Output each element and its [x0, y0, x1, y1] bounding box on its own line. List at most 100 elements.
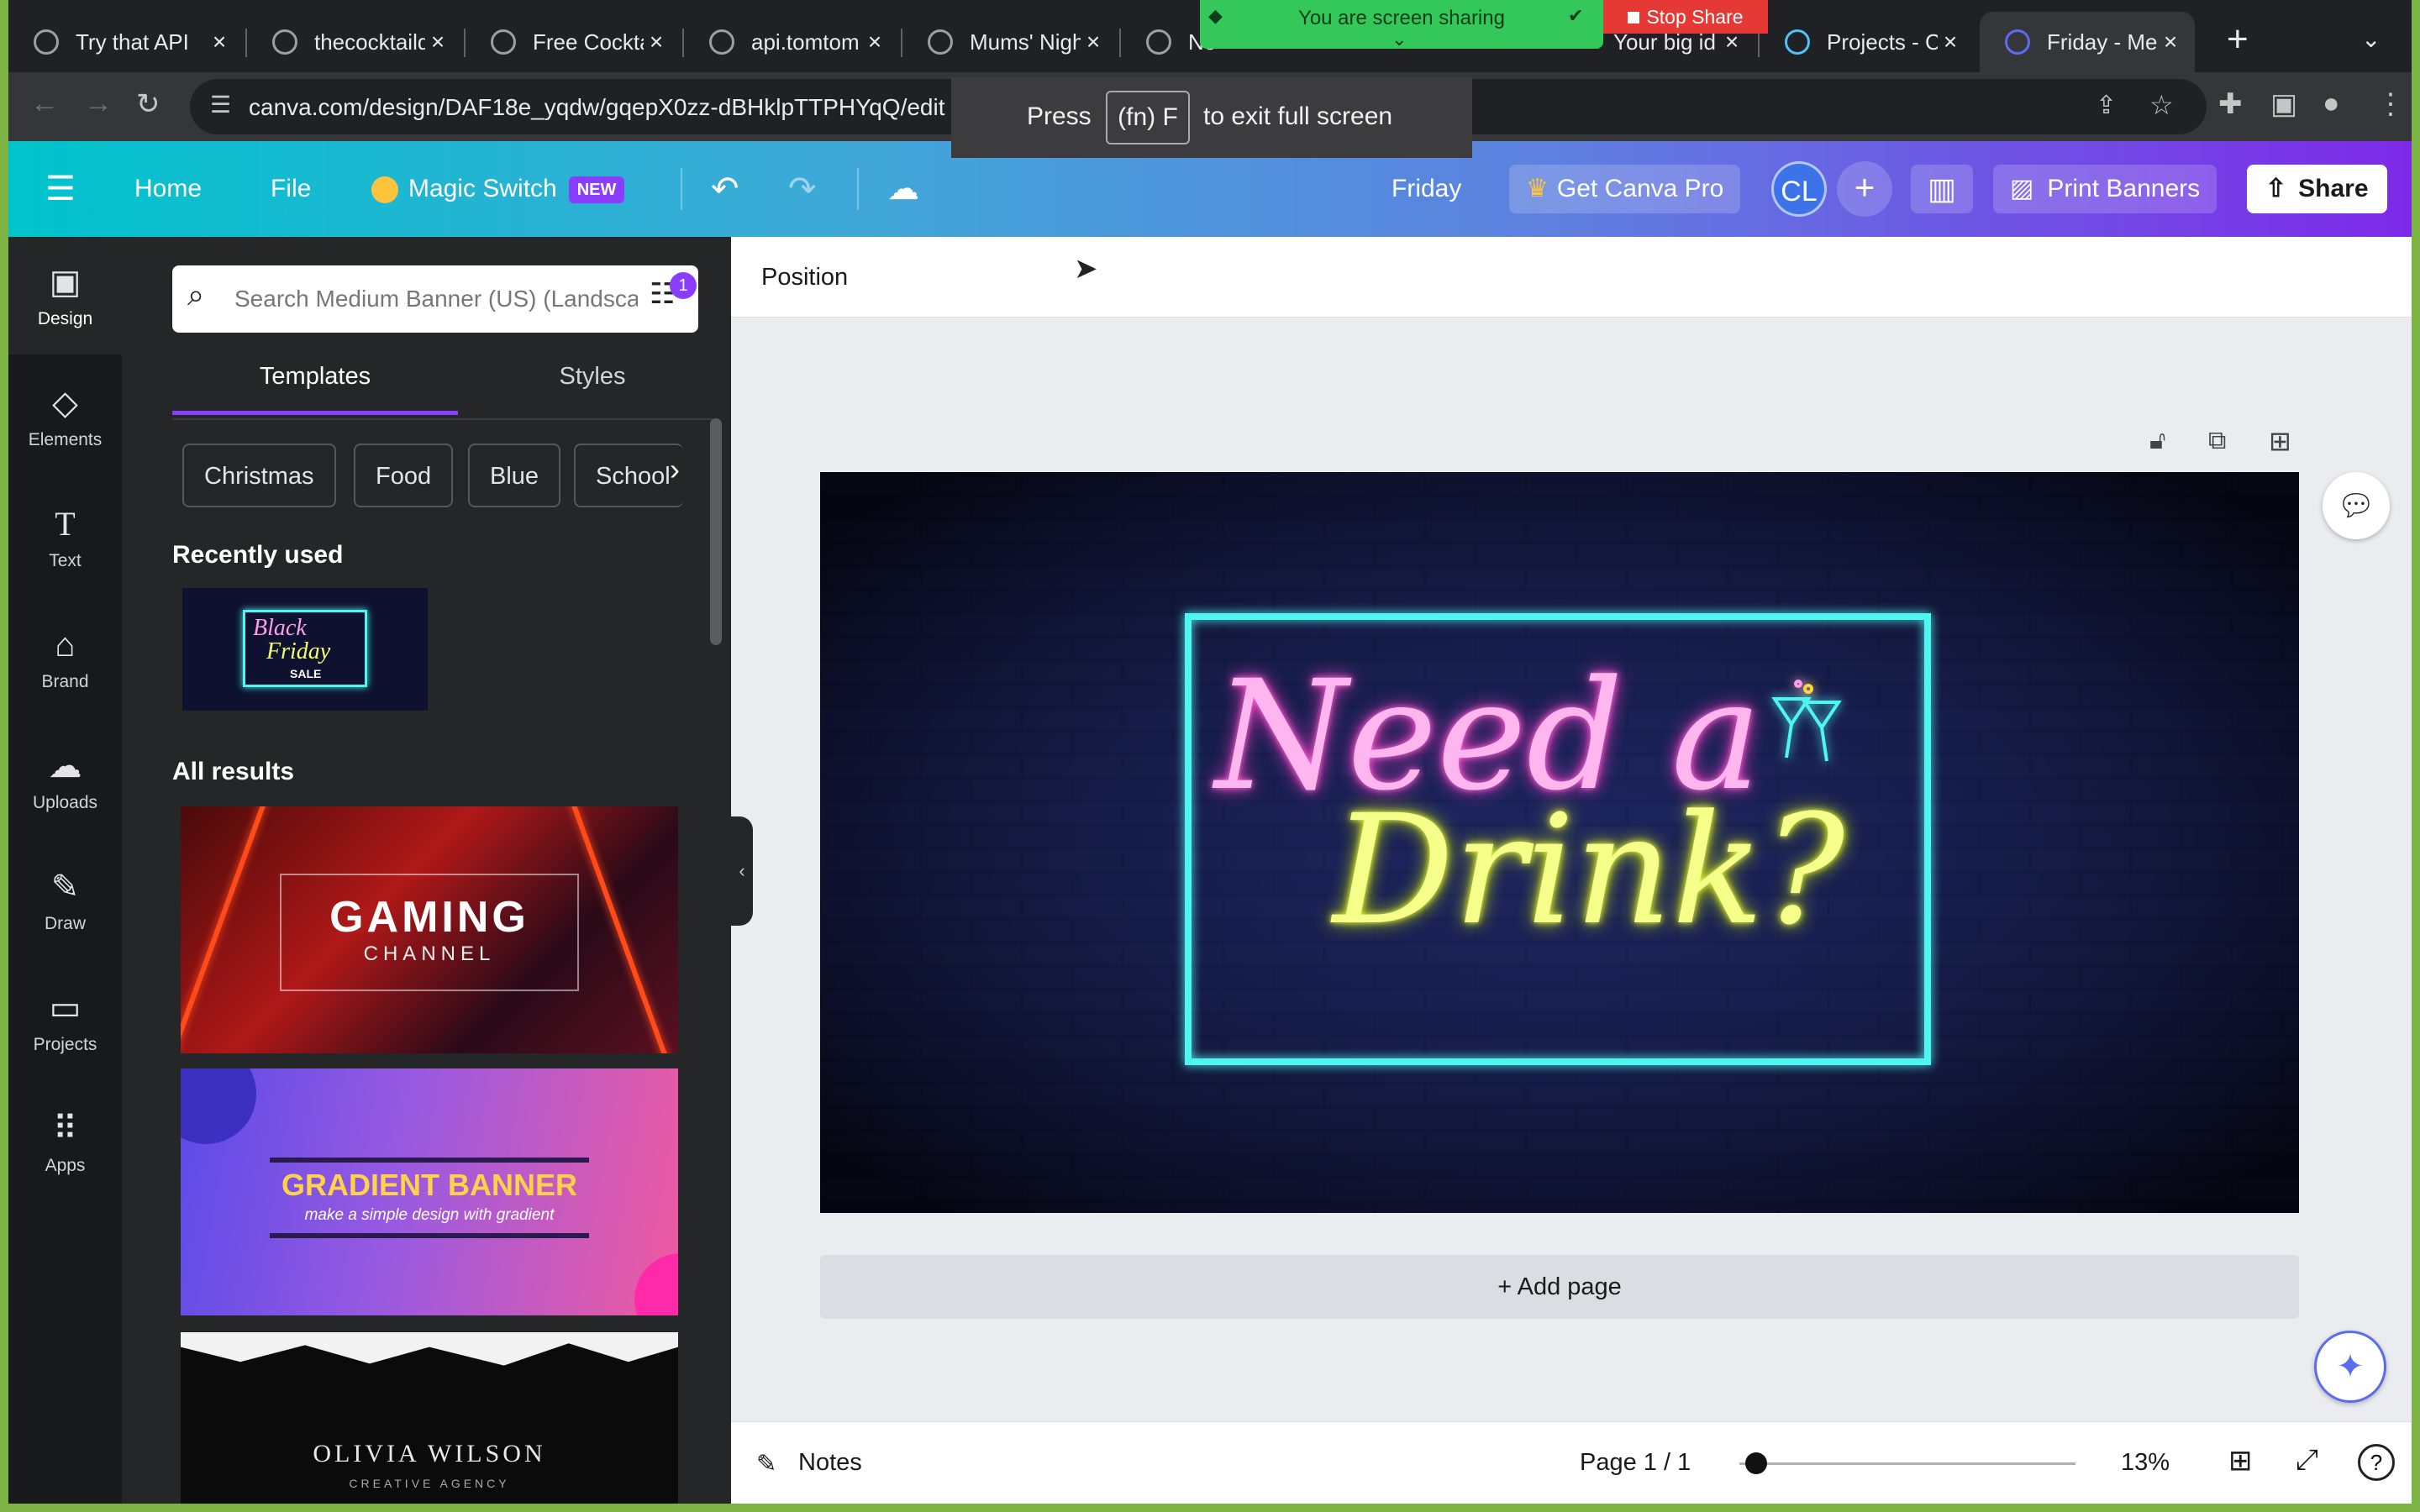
projects-icon: ▭ [49, 990, 82, 1026]
chip-food[interactable]: Food [354, 444, 454, 507]
template-search[interactable]: ⌕ ☷ 1 [172, 265, 698, 333]
left-rail: ▣ Design ◇ Elements T Text ⌂ Brand ☁ Upl… [8, 237, 122, 1504]
print-banners-button[interactable]: ▨ Print Banners [1993, 165, 2217, 213]
rail-item-apps[interactable]: ⠿ Apps [8, 1084, 122, 1201]
brand-icon: ⌂ [55, 627, 76, 664]
new-tab-icon[interactable]: + [2227, 18, 2249, 60]
panel-scrollbar[interactable] [710, 418, 722, 645]
stop-share-button[interactable]: Stop Share [1603, 0, 1768, 34]
rail-item-text[interactable]: T Text [8, 479, 122, 596]
rail-item-design[interactable]: ▣ Design [8, 237, 122, 354]
close-tab-icon[interactable]: × [644, 29, 669, 55]
chip-christmas[interactable]: Christmas [182, 444, 336, 507]
chip-school[interactable]: School [574, 444, 683, 507]
stop-icon [1628, 12, 1640, 24]
browser-tab[interactable]: api.tomtom × [684, 12, 899, 72]
cocktail-site-icon [491, 29, 516, 55]
search-input[interactable] [234, 279, 638, 319]
comment-icon[interactable]: 💬︎ [2323, 472, 2390, 539]
browser-tab[interactable]: Mums' Night × [902, 12, 1118, 72]
insights-chart-icon[interactable]: ▥ [1911, 165, 1974, 213]
file-menu-button[interactable]: File [271, 165, 311, 213]
context-toolbar: Position ➤ [731, 237, 2412, 318]
lock-icon[interactable]: 🔓︎ [2149, 427, 2165, 455]
add-page-icon[interactable]: ⊞ [2269, 425, 2291, 457]
close-tab-icon[interactable]: × [1081, 29, 1106, 55]
add-page-button[interactable]: + Add page [820, 1255, 2299, 1319]
magic-assistant-icon[interactable]: ✦ [2314, 1331, 2386, 1403]
globe-icon [709, 29, 734, 55]
close-tab-icon[interactable]: × [425, 29, 450, 55]
side-panel-icon[interactable]: ▣ [2270, 87, 2297, 121]
rail-item-projects[interactable]: ▭ Projects [8, 963, 122, 1080]
close-tab-icon[interactable]: × [862, 29, 887, 55]
rail-item-uploads[interactable]: ☁ Uploads [8, 721, 122, 838]
close-tab-icon[interactable]: × [1938, 29, 1963, 55]
canva-icon [1785, 29, 1810, 55]
template-thumb-gaming[interactable]: GAMING CHANNEL [181, 806, 678, 1053]
browser-tab[interactable]: Projects - C × [1760, 12, 1975, 72]
help-icon[interactable]: ? [2358, 1444, 2395, 1481]
site-info-icon[interactable]: ☰ [210, 91, 231, 118]
close-tab-icon[interactable]: × [2158, 29, 2183, 55]
page-indicator[interactable]: Page 1 / 1 [1580, 1449, 1691, 1477]
chips-scroll-right-icon[interactable]: › [670, 452, 680, 487]
design-canvas[interactable]: Need a Drink? [820, 472, 2299, 1213]
notes-button[interactable]: Notes [798, 1449, 862, 1477]
profile-icon[interactable]: ● [2323, 87, 2340, 120]
canvas-headline-line2[interactable]: Drink? [1333, 783, 1844, 958]
main-menu-icon[interactable]: ☰ [45, 165, 76, 213]
share-page-icon[interactable]: ⇪ [2096, 91, 2117, 120]
browser-tab[interactable]: Free Cocktail × [466, 12, 681, 72]
collapse-panel-handle[interactable]: ‹ [731, 816, 753, 926]
back-arrow-icon[interactable]: ← [30, 87, 59, 120]
shield-check-icon: ✔ [1568, 5, 1584, 26]
avatar[interactable]: CL [1771, 161, 1827, 217]
chevron-down-icon[interactable]: ⌄ [1392, 29, 1407, 50]
add-collaborator-icon[interactable]: + [1837, 161, 1892, 217]
bookmark-star-icon[interactable]: ☆ [2149, 89, 2174, 121]
template-thumb-gradient[interactable]: GRADIENT BANNER make a simple design wit… [181, 1068, 678, 1315]
url-text: canva.com/design/DAF18e_yqdw/gqepX0zz-dB… [249, 94, 945, 120]
get-canva-pro-button[interactable]: ♛ Get Canva Pro [1509, 165, 1741, 213]
browser-window: Try that API × thecocktaildb × Free Cock… [8, 0, 2412, 1504]
duplicate-page-icon[interactable]: ⧉ [2208, 427, 2226, 455]
cloud-saved-icon[interactable]: ☁ [887, 165, 919, 213]
rail-item-brand[interactable]: ⌂ Brand [8, 600, 122, 717]
zoom-slider-handle[interactable] [1745, 1452, 1767, 1474]
extensions-puzzle-icon[interactable]: ✚ [2218, 87, 2243, 121]
reload-icon[interactable]: ↻ [136, 87, 160, 121]
home-button[interactable]: Home [134, 165, 202, 213]
browser-tab-active[interactable]: Friday - Me × [1980, 12, 2195, 72]
tab-templates[interactable]: Templates [172, 363, 458, 415]
tab-search-chevron-icon[interactable]: ⌄ [2361, 25, 2381, 53]
fullscreen-icon[interactable]: ⤢ [2296, 1444, 2318, 1477]
template-thumb-olivia-wilson[interactable]: OLIVIA WILSON CREATIVE AGENCY [181, 1332, 678, 1504]
uploads-icon: ☁ [48, 748, 82, 785]
tab-styles[interactable]: Styles [492, 363, 693, 415]
zoom-slider[interactable] [1739, 1452, 2075, 1474]
forward-arrow-icon[interactable]: → [84, 87, 113, 120]
browser-tab[interactable]: Try that API × [8, 12, 244, 72]
design-title[interactable]: Friday [1392, 165, 1461, 213]
filter-count-badge: 1 [670, 272, 697, 299]
chip-blue[interactable]: Blue [468, 444, 561, 507]
magic-switch-button[interactable]: Magic Switch NEW [371, 165, 625, 213]
rail-item-draw[interactable]: ✎ Draw [8, 842, 122, 959]
zoom-level[interactable]: 13% [2121, 1449, 2170, 1477]
all-results-heading: All results [172, 758, 295, 785]
crown-icon: ♛ [1526, 175, 1549, 202]
rail-item-elements[interactable]: ◇ Elements [8, 358, 122, 475]
recent-template-thumb[interactable]: Black Friday SALE [182, 588, 428, 711]
draw-icon: ✎ [50, 869, 80, 906]
grid-view-icon[interactable]: ⊞ [2228, 1444, 2253, 1478]
close-tab-icon[interactable]: × [207, 29, 232, 55]
position-button[interactable]: Position [761, 264, 848, 291]
redo-icon[interactable]: ↷ [788, 165, 817, 213]
undo-icon[interactable]: ↶ [711, 165, 739, 213]
notes-icon[interactable]: ✎ [756, 1449, 776, 1478]
share-button[interactable]: ⇧ Share [2247, 165, 2387, 213]
browser-menu-icon[interactable]: ⋮ [2376, 87, 2405, 121]
browser-tab[interactable]: thecocktaildb × [247, 12, 462, 72]
chrome-icon [1146, 29, 1171, 55]
